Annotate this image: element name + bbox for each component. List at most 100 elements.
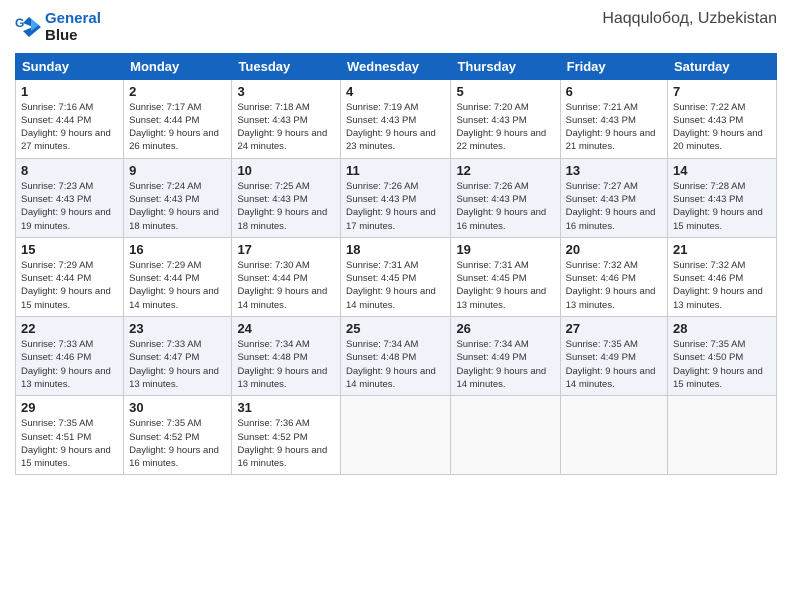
day-info: Sunrise: 7:31 AMSunset: 4:45 PMDaylight:… bbox=[346, 259, 445, 312]
day-number: 15 bbox=[21, 242, 118, 257]
day-info: Sunrise: 7:36 AMSunset: 4:52 PMDaylight:… bbox=[237, 417, 335, 470]
day-number: 23 bbox=[129, 321, 226, 336]
weekday-header-monday: Monday bbox=[124, 53, 232, 79]
day-number: 2 bbox=[129, 84, 226, 99]
day-info: Sunrise: 7:34 AMSunset: 4:49 PMDaylight:… bbox=[456, 338, 554, 391]
day-info: Sunrise: 7:21 AMSunset: 4:43 PMDaylight:… bbox=[566, 101, 662, 154]
day-info: Sunrise: 7:26 AMSunset: 4:43 PMDaylight:… bbox=[346, 180, 445, 233]
day-number: 8 bbox=[21, 163, 118, 178]
calendar-cell: 16 Sunrise: 7:29 AMSunset: 4:44 PMDaylig… bbox=[124, 237, 232, 316]
day-info: Sunrise: 7:22 AMSunset: 4:43 PMDaylight:… bbox=[673, 101, 771, 154]
day-number: 13 bbox=[566, 163, 662, 178]
calendar-cell: 20 Sunrise: 7:32 AMSunset: 4:46 PMDaylig… bbox=[560, 237, 667, 316]
day-number: 11 bbox=[346, 163, 445, 178]
calendar-cell: 28 Sunrise: 7:35 AMSunset: 4:50 PMDaylig… bbox=[668, 317, 777, 396]
logo-general: General bbox=[45, 10, 101, 27]
day-info: Sunrise: 7:17 AMSunset: 4:44 PMDaylight:… bbox=[129, 101, 226, 154]
calendar-cell: 24 Sunrise: 7:34 AMSunset: 4:48 PMDaylig… bbox=[232, 317, 341, 396]
calendar-cell: 15 Sunrise: 7:29 AMSunset: 4:44 PMDaylig… bbox=[16, 237, 124, 316]
calendar-cell: 11 Sunrise: 7:26 AMSunset: 4:43 PMDaylig… bbox=[341, 158, 451, 237]
calendar-week-5: 29 Sunrise: 7:35 AMSunset: 4:51 PMDaylig… bbox=[16, 396, 777, 475]
day-number: 31 bbox=[237, 400, 335, 415]
day-number: 10 bbox=[237, 163, 335, 178]
calendar-cell: 18 Sunrise: 7:31 AMSunset: 4:45 PMDaylig… bbox=[341, 237, 451, 316]
svg-text:G: G bbox=[15, 16, 24, 30]
day-info: Sunrise: 7:26 AMSunset: 4:43 PMDaylight:… bbox=[456, 180, 554, 233]
calendar-cell: 1 Sunrise: 7:16 AMSunset: 4:44 PMDayligh… bbox=[16, 79, 124, 158]
day-info: Sunrise: 7:35 AMSunset: 4:51 PMDaylight:… bbox=[21, 417, 118, 470]
calendar-cell: 7 Sunrise: 7:22 AMSunset: 4:43 PMDayligh… bbox=[668, 79, 777, 158]
day-info: Sunrise: 7:32 AMSunset: 4:46 PMDaylight:… bbox=[566, 259, 662, 312]
weekday-header-thursday: Thursday bbox=[451, 53, 560, 79]
calendar-cell: 12 Sunrise: 7:26 AMSunset: 4:43 PMDaylig… bbox=[451, 158, 560, 237]
day-number: 29 bbox=[21, 400, 118, 415]
day-number: 14 bbox=[673, 163, 771, 178]
calendar-cell: 5 Sunrise: 7:20 AMSunset: 4:43 PMDayligh… bbox=[451, 79, 560, 158]
day-info: Sunrise: 7:16 AMSunset: 4:44 PMDaylight:… bbox=[21, 101, 118, 154]
day-number: 27 bbox=[566, 321, 662, 336]
day-number: 16 bbox=[129, 242, 226, 257]
page-header: G General Blue Haqqulобод, Uzbekistan bbox=[15, 10, 777, 45]
day-number: 3 bbox=[237, 84, 335, 99]
day-number: 12 bbox=[456, 163, 554, 178]
calendar-week-1: 1 Sunrise: 7:16 AMSunset: 4:44 PMDayligh… bbox=[16, 79, 777, 158]
calendar-cell: 10 Sunrise: 7:25 AMSunset: 4:43 PMDaylig… bbox=[232, 158, 341, 237]
calendar-cell: 8 Sunrise: 7:23 AMSunset: 4:43 PMDayligh… bbox=[16, 158, 124, 237]
day-number: 25 bbox=[346, 321, 445, 336]
day-number: 1 bbox=[21, 84, 118, 99]
day-number: 28 bbox=[673, 321, 771, 336]
calendar-table: SundayMondayTuesdayWednesdayThursdayFrid… bbox=[15, 53, 777, 476]
day-number: 19 bbox=[456, 242, 554, 257]
calendar-cell: 22 Sunrise: 7:33 AMSunset: 4:46 PMDaylig… bbox=[16, 317, 124, 396]
calendar-week-3: 15 Sunrise: 7:29 AMSunset: 4:44 PMDaylig… bbox=[16, 237, 777, 316]
page-container: G General Blue Haqqulобод, Uzbekistan Su… bbox=[0, 0, 792, 485]
day-info: Sunrise: 7:20 AMSunset: 4:43 PMDaylight:… bbox=[456, 101, 554, 154]
day-number: 18 bbox=[346, 242, 445, 257]
weekday-header-sunday: Sunday bbox=[16, 53, 124, 79]
day-number: 24 bbox=[237, 321, 335, 336]
calendar-cell: 21 Sunrise: 7:32 AMSunset: 4:46 PMDaylig… bbox=[668, 237, 777, 316]
calendar-cell: 17 Sunrise: 7:30 AMSunset: 4:44 PMDaylig… bbox=[232, 237, 341, 316]
calendar-cell bbox=[560, 396, 667, 475]
calendar-cell: 14 Sunrise: 7:28 AMSunset: 4:43 PMDaylig… bbox=[668, 158, 777, 237]
day-number: 26 bbox=[456, 321, 554, 336]
weekday-header-saturday: Saturday bbox=[668, 53, 777, 79]
weekday-header-wednesday: Wednesday bbox=[341, 53, 451, 79]
calendar-cell bbox=[341, 396, 451, 475]
day-info: Sunrise: 7:34 AMSunset: 4:48 PMDaylight:… bbox=[346, 338, 445, 391]
calendar-cell: 27 Sunrise: 7:35 AMSunset: 4:49 PMDaylig… bbox=[560, 317, 667, 396]
calendar-cell: 31 Sunrise: 7:36 AMSunset: 4:52 PMDaylig… bbox=[232, 396, 341, 475]
calendar-cell bbox=[451, 396, 560, 475]
calendar-cell: 29 Sunrise: 7:35 AMSunset: 4:51 PMDaylig… bbox=[16, 396, 124, 475]
weekday-header-friday: Friday bbox=[560, 53, 667, 79]
calendar-cell: 2 Sunrise: 7:17 AMSunset: 4:44 PMDayligh… bbox=[124, 79, 232, 158]
logo: G General Blue bbox=[15, 10, 101, 45]
day-number: 5 bbox=[456, 84, 554, 99]
day-info: Sunrise: 7:32 AMSunset: 4:46 PMDaylight:… bbox=[673, 259, 771, 312]
calendar-cell: 3 Sunrise: 7:18 AMSunset: 4:43 PMDayligh… bbox=[232, 79, 341, 158]
calendar-cell: 13 Sunrise: 7:27 AMSunset: 4:43 PMDaylig… bbox=[560, 158, 667, 237]
day-info: Sunrise: 7:23 AMSunset: 4:43 PMDaylight:… bbox=[21, 180, 118, 233]
day-info: Sunrise: 7:35 AMSunset: 4:50 PMDaylight:… bbox=[673, 338, 771, 391]
day-number: 9 bbox=[129, 163, 226, 178]
calendar-cell: 6 Sunrise: 7:21 AMSunset: 4:43 PMDayligh… bbox=[560, 79, 667, 158]
day-number: 17 bbox=[237, 242, 335, 257]
calendar-week-4: 22 Sunrise: 7:33 AMSunset: 4:46 PMDaylig… bbox=[16, 317, 777, 396]
day-info: Sunrise: 7:35 AMSunset: 4:52 PMDaylight:… bbox=[129, 417, 226, 470]
day-info: Sunrise: 7:29 AMSunset: 4:44 PMDaylight:… bbox=[129, 259, 226, 312]
day-number: 6 bbox=[566, 84, 662, 99]
calendar-cell: 26 Sunrise: 7:34 AMSunset: 4:49 PMDaylig… bbox=[451, 317, 560, 396]
calendar-cell bbox=[668, 396, 777, 475]
calendar-cell: 25 Sunrise: 7:34 AMSunset: 4:48 PMDaylig… bbox=[341, 317, 451, 396]
day-number: 30 bbox=[129, 400, 226, 415]
calendar-week-2: 8 Sunrise: 7:23 AMSunset: 4:43 PMDayligh… bbox=[16, 158, 777, 237]
day-info: Sunrise: 7:30 AMSunset: 4:44 PMDaylight:… bbox=[237, 259, 335, 312]
calendar-cell: 19 Sunrise: 7:31 AMSunset: 4:45 PMDaylig… bbox=[451, 237, 560, 316]
day-info: Sunrise: 7:28 AMSunset: 4:43 PMDaylight:… bbox=[673, 180, 771, 233]
day-info: Sunrise: 7:18 AMSunset: 4:43 PMDaylight:… bbox=[237, 101, 335, 154]
day-info: Sunrise: 7:31 AMSunset: 4:45 PMDaylight:… bbox=[456, 259, 554, 312]
calendar-cell: 30 Sunrise: 7:35 AMSunset: 4:52 PMDaylig… bbox=[124, 396, 232, 475]
day-number: 7 bbox=[673, 84, 771, 99]
day-info: Sunrise: 7:35 AMSunset: 4:49 PMDaylight:… bbox=[566, 338, 662, 391]
weekday-header-tuesday: Tuesday bbox=[232, 53, 341, 79]
